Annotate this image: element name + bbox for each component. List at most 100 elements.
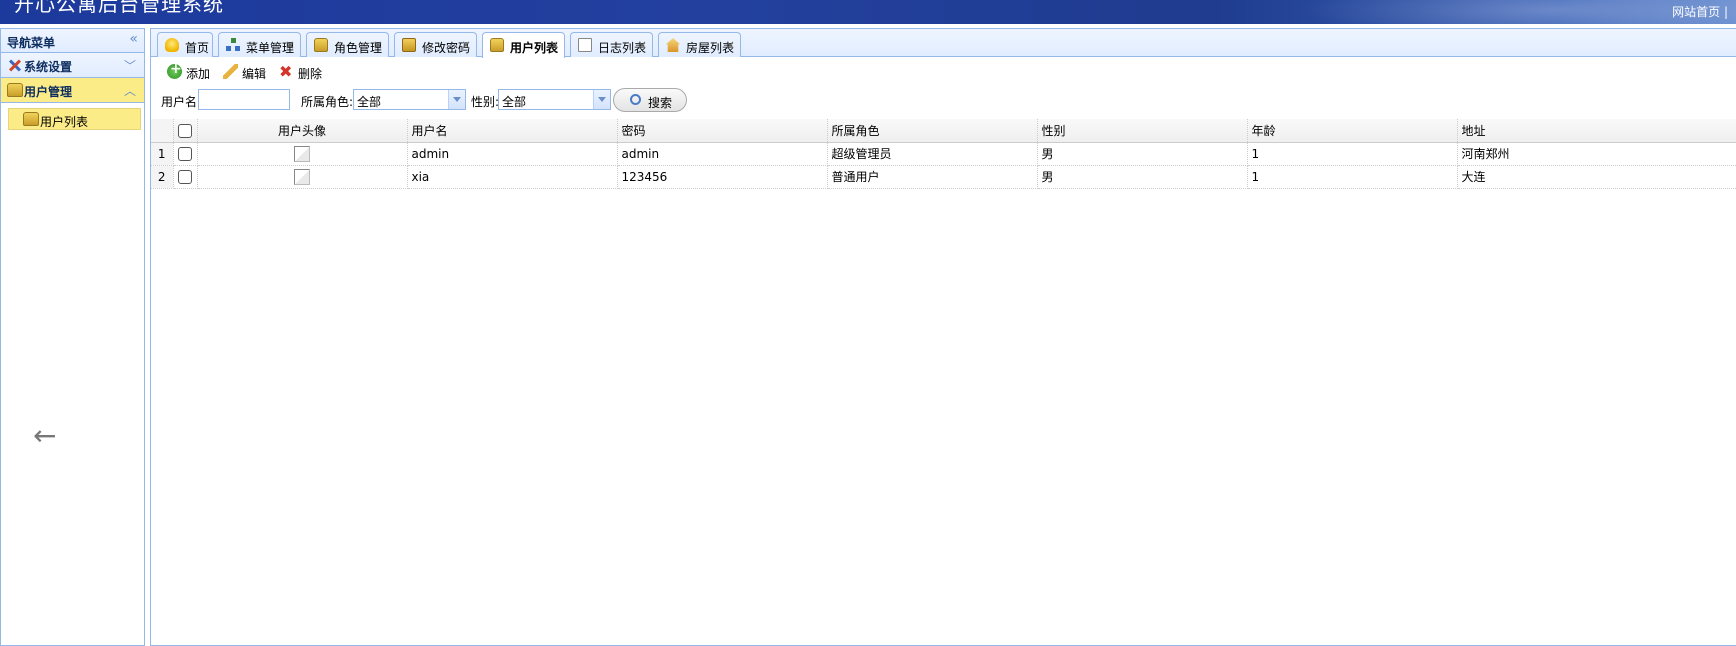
age-cell: 1 <box>1247 142 1458 166</box>
role-cell: 普通用户 <box>827 165 1038 189</box>
sitemap-icon <box>226 38 240 52</box>
role-label: 所属角色: <box>301 95 354 109</box>
column-header-password[interactable]: 密码 <box>617 119 828 143</box>
app-header: 开心公寓后台管理系统 网站首页 | <box>0 0 1736 24</box>
tab-user-list[interactable]: 用户列表 × <box>482 32 565 58</box>
broken-image-icon <box>294 145 310 162</box>
tab-home[interactable]: 首页 <box>157 32 213 57</box>
user-group-icon <box>7 83 23 97</box>
pencil-icon <box>223 64 238 79</box>
tab-log-list[interactable]: 日志列表 × <box>570 32 653 57</box>
search-button-label: 搜索 <box>648 96 673 110</box>
chevron-down-icon[interactable] <box>448 90 465 109</box>
sidebar-panel-system-settings[interactable]: 系统设置 ﹀ <box>1 53 144 78</box>
role-select[interactable]: 全部 <box>353 89 466 110</box>
gender-select[interactable]: 全部 <box>498 89 611 110</box>
username-cell: xia <box>407 165 618 189</box>
role-cell: 超级管理员 <box>827 142 1038 166</box>
password-cell: admin <box>617 142 828 166</box>
gender-select-value: 全部 <box>502 95 527 109</box>
add-label: 添加 <box>186 67 211 81</box>
row-checkbox[interactable] <box>178 146 192 161</box>
column-header-gender[interactable]: 性别 <box>1037 119 1248 143</box>
address-cell: 河南郑州 <box>1457 142 1736 166</box>
lock-icon <box>402 38 416 52</box>
column-header-age[interactable]: 年龄 <box>1247 119 1458 143</box>
edit-button[interactable]: 编辑 <box>223 63 267 81</box>
website-home-link[interactable]: 网站首页 | <box>1672 3 1728 20</box>
double-chevron-left-icon[interactable]: « <box>129 31 138 47</box>
table-header-row: 用户头像 用户名 密码 所属角色 性别 年龄 地址 <box>151 119 1736 143</box>
lightbulb-icon <box>165 38 179 52</box>
edit-label: 编辑 <box>242 67 267 81</box>
search-bar: 用户名: 所属角色: 全部 性别: 全部 搜索 <box>151 87 1736 113</box>
select-all-checkbox-cell <box>173 119 198 143</box>
close-icon[interactable]: × <box>725 38 735 52</box>
avatar-cell <box>197 142 408 166</box>
delete-button[interactable]: ✖ 删除 <box>279 62 323 82</box>
tab-label: 首页 <box>185 41 210 55</box>
password-cell: 123456 <box>617 165 828 189</box>
tab-house-list[interactable]: 房屋列表 × <box>658 32 741 57</box>
row-checkbox-cell <box>173 165 198 189</box>
sidebar-item-label: 用户列表 <box>40 115 89 129</box>
delete-x-icon: ✖ <box>279 62 293 81</box>
tools-icon <box>7 58 23 72</box>
user-table: 用户头像 用户名 密码 所属角色 性别 年龄 地址 1 admin admin … <box>151 119 1736 189</box>
avatar-cell <box>197 165 408 189</box>
sidebar-item-user-list[interactable]: 用户列表 <box>8 108 141 130</box>
gender-cell: 男 <box>1037 142 1248 166</box>
gender-cell: 男 <box>1037 165 1248 189</box>
nav-menu-header: 导航菜单 « <box>1 29 144 53</box>
table-row[interactable]: 1 admin admin 超级管理员 男 1 河南郑州 <box>151 142 1736 166</box>
user-group-icon <box>490 38 504 52</box>
search-icon <box>630 94 641 105</box>
chevron-down-icon[interactable] <box>593 90 610 109</box>
close-icon[interactable]: × <box>549 38 559 52</box>
user-group-icon <box>314 38 328 52</box>
add-button[interactable]: 添加 <box>167 61 211 81</box>
column-header-username[interactable]: 用户名 <box>407 119 618 143</box>
row-number: 1 <box>151 142 174 166</box>
broken-image-icon <box>294 168 310 185</box>
add-icon <box>167 61 182 79</box>
address-cell: 大连 <box>1457 165 1736 189</box>
app-title: 开心公寓后台管理系统 <box>14 0 224 16</box>
row-checkbox[interactable] <box>178 169 192 184</box>
sidebar-panel-user-management[interactable]: 用户管理 ︿ <box>1 78 144 103</box>
close-icon[interactable]: × <box>285 38 295 52</box>
tab-menu-management[interactable]: 菜单管理 × <box>218 32 301 57</box>
tab-strip: 首页 菜单管理 × 角色管理 × 修改密码 × 用户列表 × 日志列表 × 房屋… <box>151 29 1736 58</box>
toolbar: 添加 编辑 ✖ 删除 <box>151 58 1736 86</box>
nav-menu-title: 导航菜单 <box>7 36 56 50</box>
row-checkbox-cell <box>173 142 198 166</box>
username-label: 用户名: <box>161 95 202 109</box>
gender-label: 性别: <box>471 95 500 109</box>
panel-label: 系统设置 <box>24 60 73 74</box>
table-row[interactable]: 2 xia 123456 普通用户 男 1 大连 <box>151 165 1736 189</box>
column-header-role[interactable]: 所属角色 <box>827 119 1038 143</box>
close-icon[interactable]: × <box>637 38 647 52</box>
main-panel: 首页 菜单管理 × 角色管理 × 修改密码 × 用户列表 × 日志列表 × 房屋… <box>150 28 1736 646</box>
back-arrow-icon[interactable]: ← <box>33 419 56 452</box>
tab-role-management[interactable]: 角色管理 × <box>306 32 389 57</box>
tab-change-password[interactable]: 修改密码 × <box>394 32 477 57</box>
house-icon <box>666 38 680 52</box>
close-icon[interactable]: × <box>461 38 471 52</box>
delete-label: 删除 <box>298 67 323 81</box>
column-header-avatar[interactable]: 用户头像 <box>197 119 408 143</box>
username-input[interactable] <box>198 89 290 110</box>
chevron-up-icon[interactable]: ︿ <box>124 82 136 99</box>
sidebar: 导航菜单 « 系统设置 ﹀ 用户管理 ︿ 用户列表 ← <box>0 28 145 646</box>
select-all-checkbox[interactable] <box>178 123 192 138</box>
close-icon[interactable]: × <box>373 38 383 52</box>
search-button[interactable]: 搜索 <box>613 88 687 112</box>
panel-label: 用户管理 <box>24 85 73 99</box>
age-cell: 1 <box>1247 165 1458 189</box>
row-number: 2 <box>151 165 174 189</box>
column-header-address[interactable]: 地址 <box>1457 119 1736 143</box>
role-select-value: 全部 <box>357 95 382 109</box>
row-number-header <box>151 119 174 143</box>
user-group-icon <box>23 112 39 126</box>
chevron-down-icon[interactable]: ﹀ <box>124 57 136 74</box>
